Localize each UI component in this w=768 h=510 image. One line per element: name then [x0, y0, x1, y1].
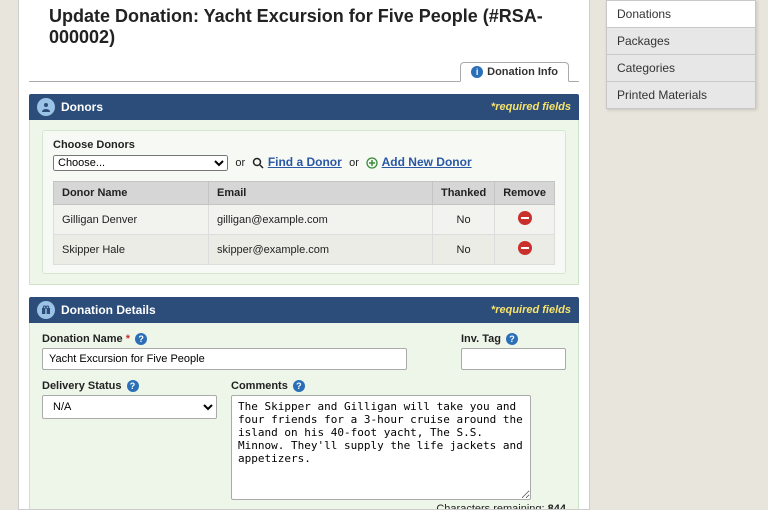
- delivery-status-field: Delivery Status ? N/A: [42, 380, 217, 510]
- donors-header: Donors *required fields: [29, 94, 579, 120]
- sidebar-item-packages[interactable]: Packages: [606, 28, 756, 55]
- inv-tag-input[interactable]: [461, 348, 566, 370]
- cell-email: skipper@example.com: [209, 235, 433, 265]
- required-fields-label: *required fields: [491, 304, 571, 316]
- details-section: Donation Details *required fields Donati…: [29, 297, 579, 510]
- details-title: Donation Details: [61, 303, 156, 317]
- delivery-status-label: Delivery Status ?: [42, 380, 217, 392]
- help-icon[interactable]: ?: [135, 333, 147, 345]
- help-icon[interactable]: ?: [293, 380, 305, 392]
- gift-icon: [37, 301, 55, 319]
- donors-section: Donors *required fields Choose Donors Ch…: [29, 94, 579, 285]
- choose-donors-label: Choose Donors: [53, 139, 555, 151]
- sidebar-item-categories[interactable]: Categories: [606, 55, 756, 82]
- info-icon: i: [471, 66, 483, 78]
- donors-title: Donors: [61, 100, 103, 114]
- add-new-donor-link[interactable]: Add New Donor: [382, 155, 472, 169]
- required-fields-label: *required fields: [491, 101, 571, 113]
- remove-button[interactable]: [518, 241, 532, 255]
- details-header: Donation Details *required fields: [29, 297, 579, 323]
- inv-tag-field: Inv. Tag ?: [461, 333, 566, 370]
- comments-field: Comments ? Characters remaining: 844: [231, 380, 566, 510]
- cell-remove: [495, 235, 555, 265]
- delivery-status-select[interactable]: N/A: [42, 395, 217, 419]
- comments-textarea[interactable]: [231, 395, 531, 500]
- sidebar-item-donations[interactable]: Donations: [606, 0, 756, 28]
- col-thanked: Thanked: [432, 182, 494, 205]
- search-icon: [252, 157, 264, 169]
- donation-name-field: Donation Name * ?: [42, 333, 447, 370]
- details-body: Donation Name * ? Inv. Tag ? Delivery St…: [29, 323, 579, 510]
- person-icon: [37, 98, 55, 116]
- cell-email: gilligan@example.com: [209, 205, 433, 235]
- tab-row: i Donation Info: [29, 58, 579, 82]
- chars-remaining: Characters remaining: 844: [231, 503, 566, 510]
- donors-body: Choose Donors Choose... or Find a Donor …: [29, 120, 579, 285]
- choose-row: Choose... or Find a Donor or Add New Don…: [53, 155, 555, 171]
- table-row: Gilligan Denver gilligan@example.com No: [54, 205, 555, 235]
- remove-button[interactable]: [518, 211, 532, 225]
- donation-name-label: Donation Name * ?: [42, 333, 447, 345]
- or-text-1: or: [235, 157, 245, 169]
- help-icon[interactable]: ?: [506, 333, 518, 345]
- choose-donors-select[interactable]: Choose...: [53, 155, 228, 171]
- col-remove: Remove: [495, 182, 555, 205]
- table-row: Skipper Hale skipper@example.com No: [54, 235, 555, 265]
- page-title: Update Donation: Yacht Excursion for Fiv…: [49, 6, 579, 48]
- sidebar-item-printed-materials[interactable]: Printed Materials: [606, 82, 756, 109]
- cell-thanked: No: [432, 205, 494, 235]
- donors-table: Donor Name Email Thanked Remove Gilligan…: [53, 181, 555, 265]
- tab-donation-info[interactable]: i Donation Info: [460, 62, 569, 82]
- find-donor-link[interactable]: Find a Donor: [268, 155, 342, 169]
- tab-label: Donation Info: [487, 66, 558, 78]
- main-panel: Update Donation: Yacht Excursion for Fiv…: [18, 0, 590, 510]
- inv-tag-label: Inv. Tag ?: [461, 333, 566, 345]
- cell-thanked: No: [432, 235, 494, 265]
- col-email: Email: [209, 182, 433, 205]
- help-icon[interactable]: ?: [127, 380, 139, 392]
- donation-name-input[interactable]: [42, 348, 407, 370]
- comments-label: Comments ?: [231, 380, 566, 392]
- sidebar: Donations Packages Categories Printed Ma…: [606, 0, 756, 109]
- col-donor-name: Donor Name: [54, 182, 209, 205]
- cell-remove: [495, 205, 555, 235]
- cell-name: Skipper Hale: [54, 235, 209, 265]
- cell-name: Gilligan Denver: [54, 205, 209, 235]
- plus-icon: [366, 157, 378, 169]
- donors-subbox: Choose Donors Choose... or Find a Donor …: [42, 130, 566, 274]
- or-text-2: or: [349, 157, 359, 169]
